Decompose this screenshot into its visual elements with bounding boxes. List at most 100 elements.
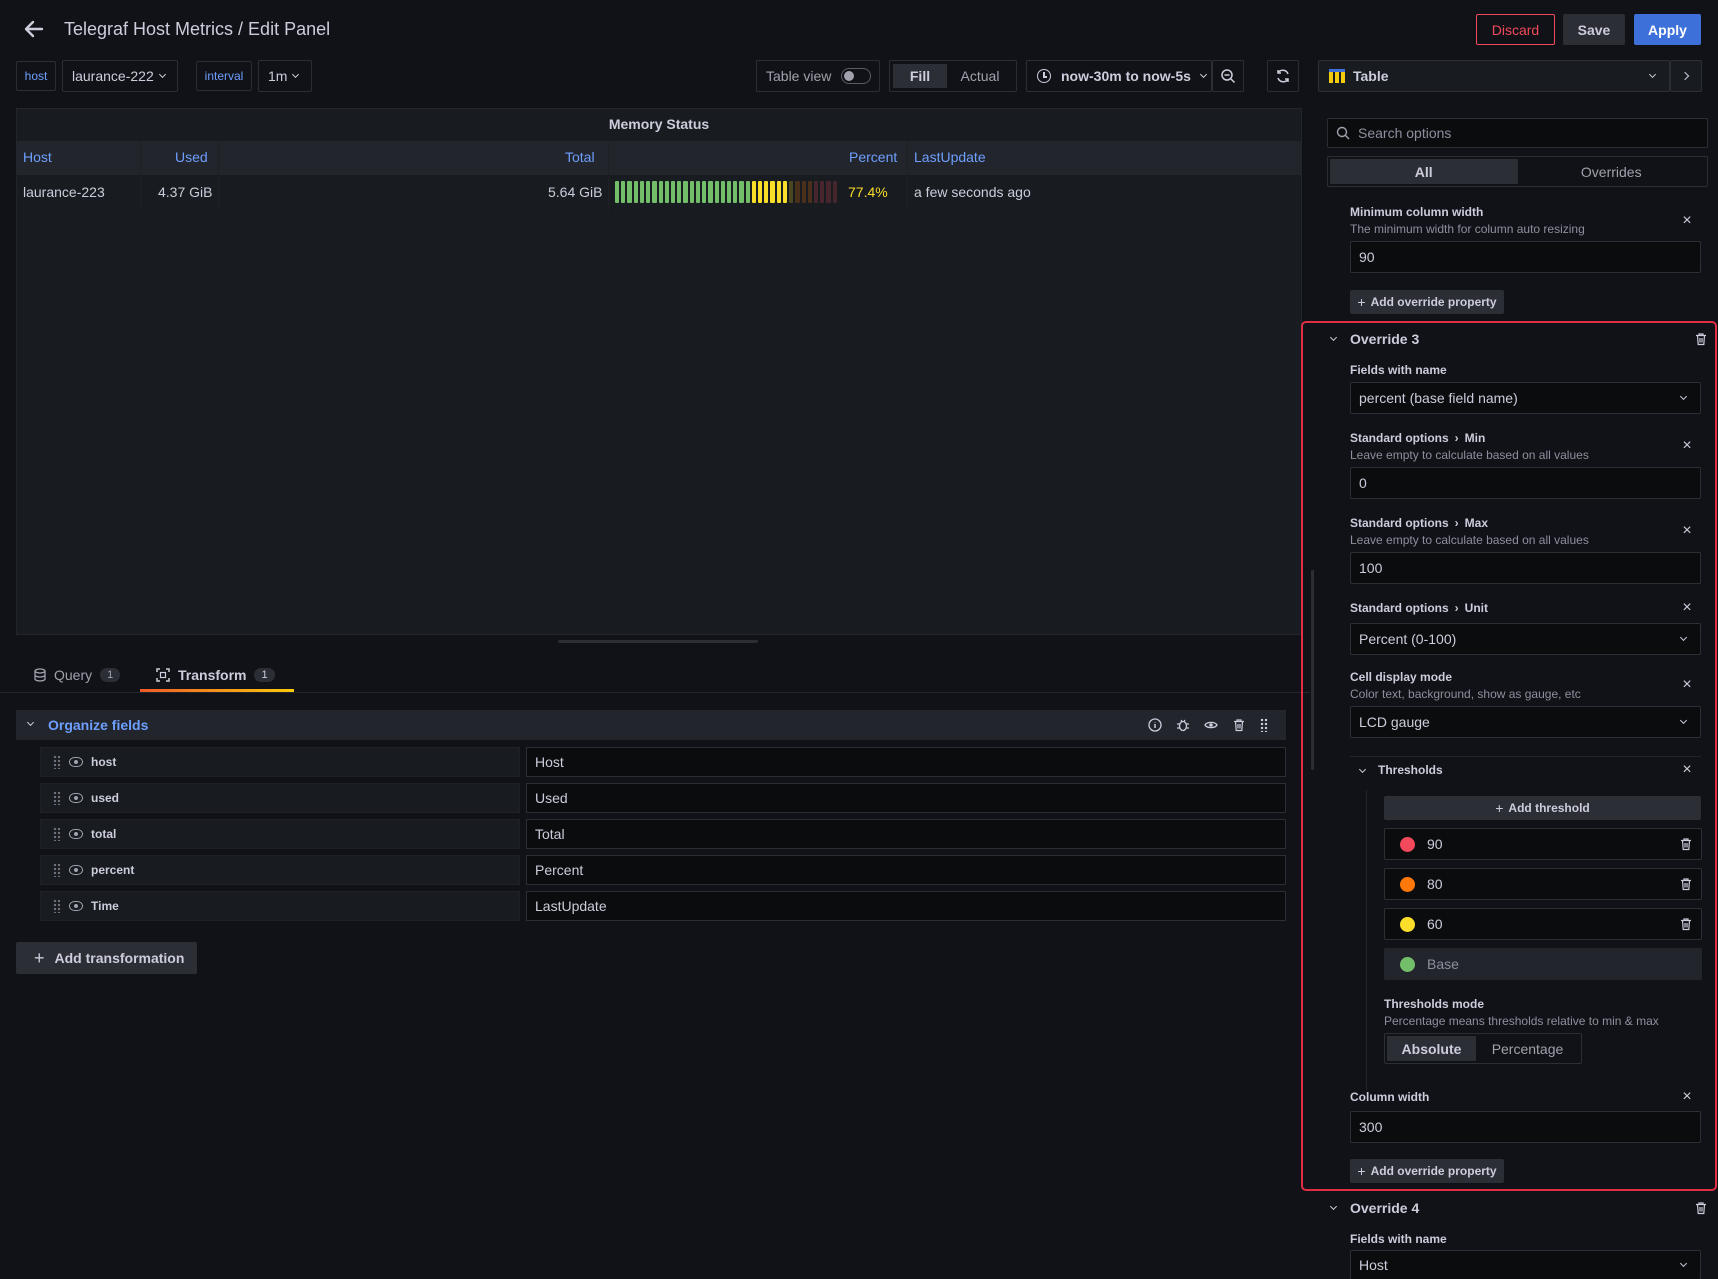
close-icon[interactable]: × xyxy=(1680,438,1694,454)
threshold-color-swatch[interactable] xyxy=(1400,956,1415,972)
fields-with-name-select[interactable]: Host xyxy=(1350,1250,1701,1279)
host-variable-select[interactable]: laurance-222 xyxy=(62,60,178,92)
close-icon[interactable]: × xyxy=(1680,213,1694,229)
field-rename-input[interactable]: Total xyxy=(526,819,1286,849)
bug-icon[interactable] xyxy=(1176,718,1190,732)
override-max-input[interactable]: 100 xyxy=(1350,552,1701,584)
threshold-value[interactable]: 80 xyxy=(1427,876,1443,892)
collapse-options-button[interactable] xyxy=(1670,60,1702,92)
override-4-title[interactable]: Override 4 xyxy=(1350,1200,1419,1216)
fields-with-name-select[interactable]: percent (base field name) xyxy=(1350,382,1701,414)
field-rename-input[interactable]: Used xyxy=(526,783,1286,813)
cell-display-mode-select[interactable]: LCD gauge xyxy=(1350,706,1701,738)
override-3-title[interactable]: Override 3 xyxy=(1350,331,1419,347)
override-unit-label: Standard options › Unit xyxy=(1350,601,1488,615)
add-threshold-button[interactable]: + Add threshold xyxy=(1384,796,1701,820)
trash-icon[interactable] xyxy=(1694,1201,1708,1215)
override-unit-select[interactable]: Percent (0-100) xyxy=(1350,623,1701,655)
organize-fields-header[interactable] xyxy=(16,710,1286,740)
thresholds-label[interactable]: Thresholds xyxy=(1378,763,1443,777)
column-header-total[interactable]: Total xyxy=(565,149,595,165)
column-header-host[interactable]: Host xyxy=(23,149,52,165)
threshold-color-swatch[interactable] xyxy=(1400,916,1415,932)
fill-button[interactable]: Fill xyxy=(893,64,947,88)
toggle-switch[interactable] xyxy=(841,68,872,84)
threshold-value[interactable]: 60 xyxy=(1427,916,1443,932)
host-variable-label-text: host xyxy=(24,69,48,83)
field-rename-input[interactable]: LastUpdate xyxy=(526,891,1286,921)
actual-button[interactable]: Actual xyxy=(947,64,1013,88)
organize-field-row-host[interactable]: host xyxy=(40,747,520,777)
eye-icon[interactable] xyxy=(69,757,83,767)
threshold-base: Base xyxy=(1384,948,1702,980)
time-range-picker[interactable]: now-30m to now-5s xyxy=(1026,60,1212,92)
column-width-label: Column width xyxy=(1350,1090,1430,1104)
tab-overrides[interactable]: Overrides xyxy=(1518,159,1706,184)
tab-transform[interactable]: Transform 1 xyxy=(156,664,275,686)
drag-handle-icon[interactable] xyxy=(53,827,61,841)
column-width-input[interactable]: 300 xyxy=(1350,1111,1701,1143)
trash-icon[interactable] xyxy=(1679,837,1693,851)
search-options-input[interactable]: Search options xyxy=(1327,118,1708,148)
trash-icon[interactable] xyxy=(1679,917,1693,931)
close-icon[interactable]: × xyxy=(1680,677,1694,693)
eye-icon[interactable] xyxy=(69,793,83,803)
refresh-button[interactable] xyxy=(1267,60,1299,92)
column-header-lastupdate[interactable]: LastUpdate xyxy=(914,149,986,165)
drag-handle-icon[interactable] xyxy=(1260,718,1268,732)
cell-display-mode-value: LCD gauge xyxy=(1359,714,1430,730)
interval-variable-label-text: interval xyxy=(204,69,244,83)
min-column-width-input[interactable]: 90 xyxy=(1350,241,1701,273)
percentage-option[interactable]: Percentage xyxy=(1476,1036,1579,1061)
absolute-option[interactable]: Absolute xyxy=(1387,1036,1476,1061)
field-rename-input[interactable]: Host xyxy=(526,747,1286,777)
apply-button[interactable]: Apply xyxy=(1634,14,1701,45)
save-button[interactable]: Save xyxy=(1563,14,1625,45)
tab-all[interactable]: All xyxy=(1330,159,1518,184)
column-header-percent[interactable]: Percent xyxy=(849,149,897,165)
close-icon[interactable]: × xyxy=(1680,762,1694,778)
organize-field-row-time[interactable]: Time xyxy=(40,891,520,921)
add-override-property-button[interactable]: + Add override property xyxy=(1350,1159,1504,1183)
tab-query[interactable]: Query 1 xyxy=(34,664,121,686)
drag-handle-icon[interactable] xyxy=(53,899,61,913)
add-transformation-button[interactable]: + Add transformation xyxy=(16,942,197,974)
column-header-used[interactable]: Used xyxy=(175,149,208,165)
trash-icon[interactable] xyxy=(1232,718,1246,732)
drag-handle-icon[interactable] xyxy=(53,791,61,805)
organize-field-row-used[interactable]: used xyxy=(40,783,520,813)
threshold-color-swatch[interactable] xyxy=(1400,876,1415,892)
info-icon[interactable] xyxy=(1148,718,1162,732)
threshold-step[interactable]: 90 xyxy=(1384,828,1702,860)
drag-handle-icon[interactable] xyxy=(53,755,61,769)
threshold-step[interactable]: 60 xyxy=(1384,908,1702,940)
threshold-color-swatch[interactable] xyxy=(1400,836,1415,852)
override-min-input[interactable]: 0 xyxy=(1350,467,1701,499)
interval-variable-select[interactable]: 1m xyxy=(258,60,312,92)
organize-field-row-percent[interactable]: percent xyxy=(40,855,520,885)
close-icon[interactable]: × xyxy=(1680,600,1694,616)
drag-handle-icon[interactable] xyxy=(53,863,61,877)
trash-icon[interactable] xyxy=(1679,877,1693,891)
threshold-step[interactable]: 80 xyxy=(1384,868,1702,900)
eye-icon[interactable] xyxy=(1204,718,1218,732)
table-view-toggle[interactable]: Table view xyxy=(756,60,880,92)
transform-icon xyxy=(156,668,170,682)
trash-icon[interactable] xyxy=(1694,332,1708,346)
field-rename-input[interactable]: Percent xyxy=(526,855,1286,885)
organize-field-row-total[interactable]: total xyxy=(40,819,520,849)
eye-icon[interactable] xyxy=(69,829,83,839)
back-arrow-icon[interactable] xyxy=(22,18,44,40)
close-icon[interactable]: × xyxy=(1680,523,1694,539)
discard-button[interactable]: Discard xyxy=(1476,14,1555,45)
eye-icon[interactable] xyxy=(69,901,83,911)
threshold-value[interactable]: 90 xyxy=(1427,836,1443,852)
zoom-out-button[interactable] xyxy=(1212,60,1244,92)
eye-icon[interactable] xyxy=(69,865,83,875)
lcd-gauge-segment xyxy=(714,181,719,203)
close-icon[interactable]: × xyxy=(1680,1089,1694,1105)
visualization-picker[interactable]: Table xyxy=(1318,60,1670,92)
add-override-property-button[interactable]: + Add override property xyxy=(1350,290,1504,314)
fill-actual-toggle: Fill Actual xyxy=(889,60,1017,92)
split-handle[interactable] xyxy=(558,640,758,643)
